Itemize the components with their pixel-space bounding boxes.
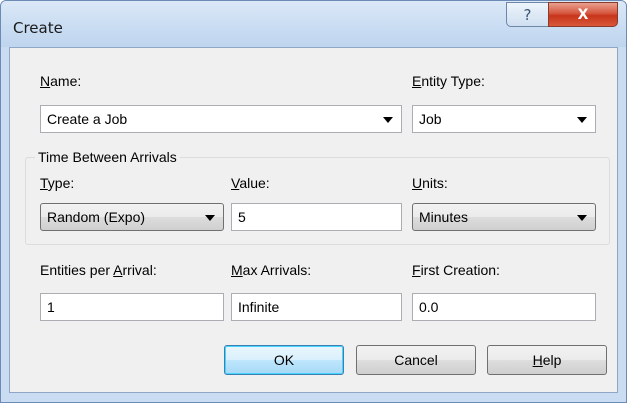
value-input[interactable]: 5 xyxy=(231,203,402,231)
type-dropdown[interactable]: Random (Expo) xyxy=(40,203,224,231)
close-icon: X xyxy=(577,6,589,23)
window-title: Create xyxy=(13,19,63,37)
help-button[interactable]: Help xyxy=(487,345,607,375)
ok-button[interactable]: OK xyxy=(224,345,344,375)
time-between-arrivals-group xyxy=(25,157,610,245)
units-dropdown[interactable]: Minutes xyxy=(412,203,596,231)
units-value: Minutes xyxy=(419,209,469,225)
max-arrivals-label: Max Arrivals: xyxy=(231,262,312,278)
entities-per-arrival-label: Entities per Arrival: xyxy=(40,262,157,278)
entities-per-arrival-input[interactable]: 1 xyxy=(40,293,224,321)
close-button[interactable]: X xyxy=(548,2,618,27)
chevron-down-icon xyxy=(205,215,215,221)
name-combobox[interactable]: Create a Job xyxy=(40,105,402,133)
units-label: Units: xyxy=(412,175,448,191)
type-value: Random (Expo) xyxy=(47,209,146,225)
max-arrivals-input[interactable]: Infinite xyxy=(231,293,402,321)
chevron-down-icon xyxy=(577,215,587,221)
cancel-button[interactable]: Cancel xyxy=(356,345,476,375)
title-bar[interactable]: Create ? X xyxy=(1,1,626,47)
type-label: Type: xyxy=(40,175,75,191)
question-icon: ? xyxy=(523,5,532,24)
time-between-arrivals-title: Time Between Arrivals xyxy=(35,149,180,165)
first-creation-label: First Creation: xyxy=(412,262,500,278)
value-label: Value: xyxy=(231,175,270,191)
entity-type-label: Entity Type: xyxy=(412,73,485,89)
help-title-button[interactable]: ? xyxy=(506,2,549,27)
name-value: Create a Job xyxy=(47,111,128,127)
chevron-down-icon[interactable] xyxy=(383,117,393,123)
first-creation-input[interactable]: 0.0 xyxy=(412,293,596,321)
entity-type-value: Job xyxy=(419,111,442,127)
chevron-down-icon[interactable] xyxy=(577,117,587,123)
name-label: Name: xyxy=(40,73,82,89)
entity-type-combobox[interactable]: Job xyxy=(412,105,596,133)
